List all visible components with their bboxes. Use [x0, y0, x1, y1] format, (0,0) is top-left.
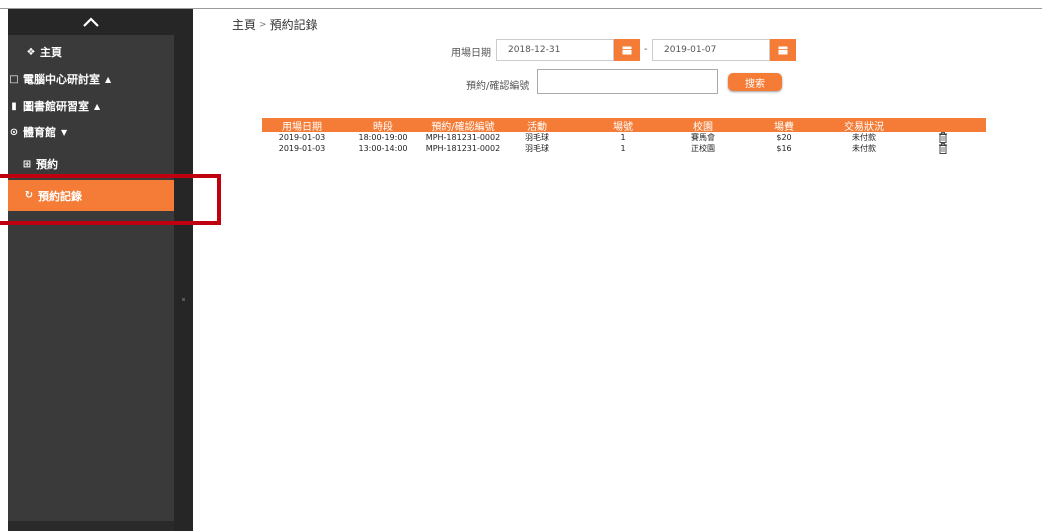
- breadcrumb-home[interactable]: 主頁: [232, 16, 256, 33]
- trash-icon: [939, 132, 947, 143]
- date-to-input[interactable]: 2019-01-07: [652, 39, 770, 61]
- header-status: 交易狀況: [844, 121, 884, 133]
- caret-up-icon: ▲: [94, 101, 101, 111]
- table-row: 2019-01-03 18:00-19:00 MPH-181231-0002 羽…: [262, 132, 986, 143]
- header-activity: 活動: [527, 121, 547, 133]
- table-row: 2019-01-03 13:00-14:00 MPH-181231-0002 羽…: [262, 143, 986, 154]
- header-campus: 校園: [693, 121, 713, 133]
- top-border: [0, 0, 1042, 9]
- collapse-sidebar-button[interactable]: [8, 9, 174, 35]
- cell-activity: 羽毛球: [525, 144, 549, 153]
- cell-time-slot: 18:00-19:00: [358, 133, 408, 142]
- trash-icon: [939, 143, 947, 154]
- sidebar-footer: [8, 521, 174, 531]
- left-strip: [0, 9, 8, 531]
- delete-button[interactable]: [938, 143, 948, 154]
- search-button[interactable]: 搜索: [728, 73, 782, 91]
- reference-number-label: 預約/確認編號: [466, 81, 530, 92]
- calendar-icon: [778, 46, 788, 55]
- cell-time-slot: 13:00-14:00: [358, 144, 408, 153]
- sidebar-item-sports-hall[interactable]: ⊙ 體育館 ▼: [8, 120, 174, 144]
- cell-reference: MPH-181231-0002: [425, 133, 501, 142]
- sidebar-item-booking[interactable]: ⊞ 預約: [8, 152, 174, 176]
- cell-campus: 賽馬會: [691, 133, 715, 142]
- table-header: 用場日期 時段 預約/確認編號 活動 場號 校園 場費 交易狀況: [262, 118, 986, 133]
- date-to-calendar-button[interactable]: [770, 39, 796, 61]
- caret-up-icon: ▲: [105, 74, 112, 84]
- date-from-calendar-button[interactable]: [614, 39, 640, 61]
- date-from-input[interactable]: 2018-12-31: [496, 39, 614, 61]
- home-icon: ❖: [26, 46, 36, 58]
- cell-campus: 正校園: [691, 144, 715, 153]
- header-time-slot: 時段: [373, 121, 393, 133]
- header-date: 用場日期: [282, 121, 322, 133]
- sidebar-item-label: 電腦中心研討室: [23, 73, 100, 86]
- sidebar-item-computer-centre[interactable]: □ 電腦中心研討室 ▲: [8, 67, 174, 91]
- sidebar-item-label: 圖書館研習室: [23, 100, 89, 113]
- sidebar-item-label: 主頁: [40, 46, 62, 59]
- sidebar-item-library[interactable]: ▮ 圖書館研習室 ▲: [8, 94, 174, 118]
- soccer-ball-icon: ⊙: [9, 126, 19, 138]
- sidebar-splitter[interactable]: [174, 9, 193, 531]
- chevron-up-icon: [83, 17, 99, 27]
- reference-number-input[interactable]: [537, 69, 718, 94]
- cell-status: 未付款: [852, 133, 876, 142]
- header-reference: 預約/確認編號: [431, 121, 495, 133]
- sidebar: ❖ 主頁 □ 電腦中心研討室 ▲ ▮ 圖書館研習室 ▲ ⊙ 體育館 ▼ ⊞ 預約…: [8, 9, 174, 531]
- calendar-plus-icon: ⊞: [22, 158, 32, 170]
- breadcrumb-separator: >: [259, 19, 267, 30]
- cell-date: 2019-01-03: [278, 144, 326, 153]
- cell-fee: $16: [776, 144, 792, 153]
- highlight-annotation: [0, 174, 221, 225]
- delete-button[interactable]: [938, 132, 948, 143]
- cell-status: 未付款: [852, 144, 876, 153]
- cell-activity: 羽毛球: [525, 133, 549, 142]
- caret-down-icon: ▼: [61, 127, 68, 137]
- splitter-handle[interactable]: [182, 298, 185, 301]
- header-court-no: 場號: [613, 121, 633, 133]
- cell-court-no: 1: [620, 144, 626, 153]
- sidebar-item-label: 預約: [36, 158, 58, 171]
- sidebar-item-home[interactable]: ❖ 主頁: [8, 40, 174, 64]
- breadcrumb-current: 預約記錄: [269, 18, 318, 32]
- cell-court-no: 1: [620, 133, 626, 142]
- header-fee: 場費: [774, 121, 794, 133]
- sidebar-item-label: 體育館: [23, 126, 56, 139]
- cell-reference: MPH-181231-0002: [425, 144, 501, 153]
- book-icon: ▮: [11, 100, 17, 112]
- cell-date: 2019-01-03: [278, 133, 326, 142]
- date-range-separator: -: [644, 44, 648, 55]
- breadcrumb: 主頁 > 預約記錄: [232, 16, 318, 33]
- booking-records-table: 用場日期 時段 預約/確認編號 活動 場號 校園 場費 交易狀況 2019-01…: [262, 118, 986, 154]
- monitor-icon: □: [9, 73, 19, 85]
- calendar-icon: [622, 46, 632, 55]
- cell-fee: $20: [776, 133, 792, 142]
- date-label: 用場日期: [451, 48, 491, 59]
